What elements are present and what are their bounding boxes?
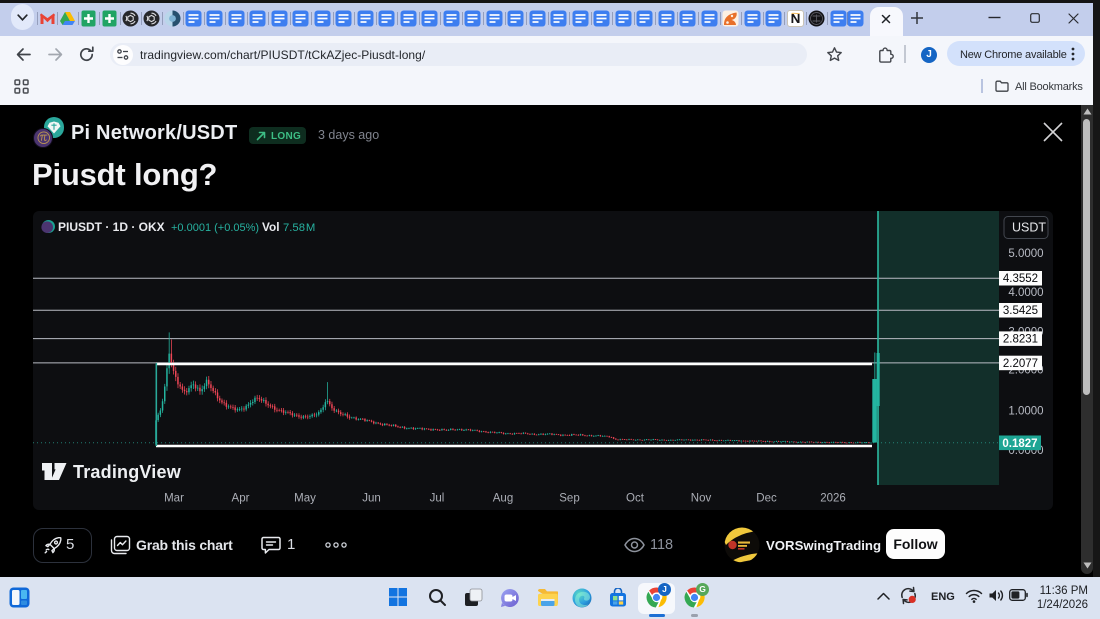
svg-text:Nov: Nov	[691, 493, 712, 505]
svg-text:Jun: Jun	[362, 493, 381, 505]
svg-text:Dec: Dec	[756, 493, 777, 505]
svg-text:4.3552: 4.3552	[1003, 273, 1038, 285]
svg-text:0.1827: 0.1827	[1002, 438, 1037, 450]
svg-text:3.5425: 3.5425	[1003, 305, 1038, 317]
svg-text:Aug: Aug	[493, 493, 513, 505]
svg-text:+0.0001 (+0.05%): +0.0001 (+0.05%)	[171, 222, 259, 234]
svg-text:5.0000: 5.0000	[1008, 248, 1043, 260]
svg-text:4.0000: 4.0000	[1008, 287, 1043, 299]
svg-text:2.2077: 2.2077	[1003, 358, 1038, 370]
svg-text:PIUSDT · 1D · OKX: PIUSDT · 1D · OKX	[58, 220, 165, 234]
svg-text:1.0000: 1.0000	[1008, 406, 1043, 418]
svg-text:Oct: Oct	[626, 493, 645, 505]
svg-text:7.58 M: 7.58 M	[283, 222, 315, 234]
svg-text:USDT: USDT	[1012, 221, 1046, 235]
svg-text:TradingView: TradingView	[73, 462, 182, 482]
svg-text:2026: 2026	[820, 493, 846, 505]
svg-text:2.8231: 2.8231	[1003, 334, 1038, 346]
svg-text:Apr: Apr	[232, 493, 250, 505]
svg-text:May: May	[294, 493, 316, 505]
svg-text:Vol: Vol	[262, 220, 279, 234]
svg-text:Sep: Sep	[559, 493, 579, 505]
svg-text:Jul: Jul	[430, 493, 445, 505]
svg-text:Mar: Mar	[164, 493, 184, 505]
